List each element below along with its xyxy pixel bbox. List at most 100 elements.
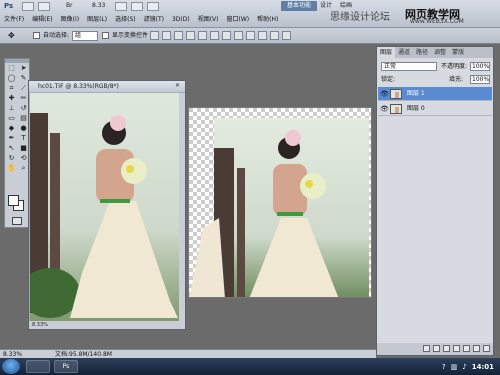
distribute-left-icon[interactable]: [258, 31, 267, 40]
menu-image[interactable]: 图像(I): [57, 14, 83, 26]
menu-file[interactable]: 文件(F): [0, 14, 28, 26]
system-tray: ? ▥ ♪ 14:01: [442, 358, 500, 375]
blend-mode-dropdown[interactable]: 正常: [381, 62, 437, 71]
hand-tool-icon[interactable]: [115, 2, 127, 11]
align-top-icon[interactable]: [150, 31, 159, 40]
align-buttons: [150, 31, 291, 40]
new-group-icon[interactable]: [463, 345, 470, 352]
wedding-photo: [30, 93, 179, 321]
document-title-bar[interactable]: hc01.TIF @ 8.33%(RGB/8*) ✕: [29, 81, 185, 92]
close-icon[interactable]: ✕: [173, 82, 182, 90]
zoom-level[interactable]: 8.33: [92, 2, 105, 11]
stamp-tool-icon[interactable]: ⊥: [6, 104, 17, 113]
document-window: hc01.TIF @ 8.33%(RGB/8*) ✕ 8.33%: [28, 80, 186, 330]
taskbar-app-explorer[interactable]: [26, 360, 50, 373]
document-scrollbar[interactable]: [179, 93, 185, 321]
show-transform-checkbox[interactable]: [102, 32, 109, 39]
menu-edit[interactable]: 编辑(E): [28, 14, 56, 26]
healing-tool-icon[interactable]: ✚: [6, 94, 17, 103]
document-canvas[interactable]: [30, 93, 179, 321]
align-vcenter-icon[interactable]: [162, 31, 171, 40]
document-title: hc01.TIF @ 8.33%(RGB/8*): [38, 83, 119, 90]
opacity-input[interactable]: 100%: [470, 62, 490, 71]
floating-image[interactable]: [188, 107, 372, 298]
tab-layers[interactable]: 图层: [377, 47, 396, 58]
show-transform-label: 显示变换控件: [112, 32, 149, 39]
tab-channels[interactable]: 通道: [395, 47, 413, 58]
status-bar: 8.33% 文档:95.8M/140.8M: [0, 349, 376, 358]
menu-layer[interactable]: 图层(L): [83, 14, 111, 26]
menu-view[interactable]: 视图(V): [194, 14, 223, 26]
move-tool-icon[interactable]: ➤: [18, 64, 29, 73]
quick-mask-icon[interactable]: [12, 217, 22, 225]
hand-tool-icon[interactable]: ✋: [6, 164, 17, 173]
distribute-right-icon[interactable]: [282, 31, 291, 40]
add-mask-icon[interactable]: [443, 345, 450, 352]
layer-name: 图层 0: [407, 105, 425, 112]
lasso-tool-icon[interactable]: ◯: [6, 74, 17, 83]
align-right-icon[interactable]: [210, 31, 219, 40]
options-bar: ✥ 自动选择: 组 显示变换控件: [0, 28, 500, 44]
blur-tool-icon[interactable]: ◆: [6, 124, 17, 133]
taskbar-app-photoshop[interactable]: Ps: [54, 360, 78, 373]
distribute-top-icon[interactable]: [222, 31, 231, 40]
opacity-label: 不透明度:: [441, 63, 468, 70]
crop-tool-icon[interactable]: ⌗: [6, 84, 17, 93]
help-icon[interactable]: ?: [442, 363, 446, 371]
document-status: 8.33%: [29, 321, 185, 329]
menu-help[interactable]: 帮助(H): [253, 14, 282, 26]
marquee-tool-icon[interactable]: ⬚: [6, 64, 17, 73]
layer-name: 图层 1: [407, 90, 425, 97]
tab-masks[interactable]: 蒙版: [449, 47, 467, 58]
minibridge-icon[interactable]: [38, 2, 50, 11]
distribute-bottom-icon[interactable]: [246, 31, 255, 40]
screen-mode-icon[interactable]: [147, 2, 159, 11]
layer-thumbnail: [390, 104, 402, 114]
align-left-icon[interactable]: [186, 31, 195, 40]
layer-row-1[interactable]: 👁 图层 1: [378, 87, 492, 101]
path-select-tool-icon[interactable]: ↖: [6, 144, 17, 153]
tab-adjustments[interactable]: 调整: [431, 47, 449, 58]
start-button[interactable]: [2, 359, 20, 374]
visibility-eye-icon[interactable]: 👁: [380, 90, 389, 98]
photoshop-logo: Ps: [4, 2, 14, 10]
panel-tabs: 图层 通道 路径 调整 蒙版: [377, 47, 493, 58]
clock[interactable]: 14:01: [472, 363, 494, 371]
lock-label: 锁定:: [381, 76, 396, 83]
fill-label: 填充:: [449, 76, 464, 83]
fill-input[interactable]: 100%: [470, 75, 490, 84]
app-bar: Ps Br 8.33 基本功能 设计 绘画 文件(F) 编辑(E) 图像(I) …: [0, 0, 500, 28]
layer-row-0[interactable]: 👁 图层 0: [378, 102, 492, 116]
pen-tool-icon[interactable]: ✒: [6, 134, 17, 143]
network-icon[interactable]: ▥: [451, 363, 458, 371]
delete-layer-icon[interactable]: [483, 345, 490, 352]
move-tool-icon[interactable]: ✥: [8, 31, 15, 40]
menu-3d[interactable]: 3D(D): [168, 14, 194, 26]
eraser-tool-icon[interactable]: ▭: [6, 114, 17, 123]
wedding-photo-copy: [189, 108, 371, 297]
auto-select-checkbox[interactable]: [33, 32, 40, 39]
bridge-icon[interactable]: [22, 2, 34, 11]
menu-window[interactable]: 窗口(W): [223, 14, 254, 26]
new-layer-icon[interactable]: [473, 345, 480, 352]
tab-paths[interactable]: 路径: [413, 47, 431, 58]
align-bottom-icon[interactable]: [174, 31, 183, 40]
distribute-vcenter-icon[interactable]: [234, 31, 243, 40]
auto-select-dropdown[interactable]: 组: [72, 31, 98, 41]
workspace-basic-button[interactable]: 基本功能: [281, 1, 317, 11]
volume-icon[interactable]: ♪: [462, 363, 466, 371]
adjustment-layer-icon[interactable]: [453, 345, 460, 352]
layer-style-icon[interactable]: [433, 345, 440, 352]
brush-button[interactable]: Br: [66, 2, 73, 11]
foreground-color-swatch[interactable]: [8, 195, 19, 206]
menu-filter[interactable]: 滤镜(T): [140, 14, 168, 26]
distribute-hcenter-icon[interactable]: [270, 31, 279, 40]
visibility-eye-icon[interactable]: 👁: [380, 105, 389, 113]
link-layers-icon[interactable]: [423, 345, 430, 352]
tools-panel: ⬚ ➤ ◯ ✎ ⌗ ⟋ ✚ ✏ ⊥ ↺ ▭ ▤ ◆ ● ✒ T ↖ ■ ↻ ⟲ …: [4, 58, 30, 228]
layers-footer: [377, 343, 493, 355]
arrange-docs-icon[interactable]: [131, 2, 143, 11]
align-hcenter-icon[interactable]: [198, 31, 207, 40]
3d-rotate-tool-icon[interactable]: ↻: [6, 154, 17, 163]
menu-select[interactable]: 选择(S): [111, 14, 140, 26]
